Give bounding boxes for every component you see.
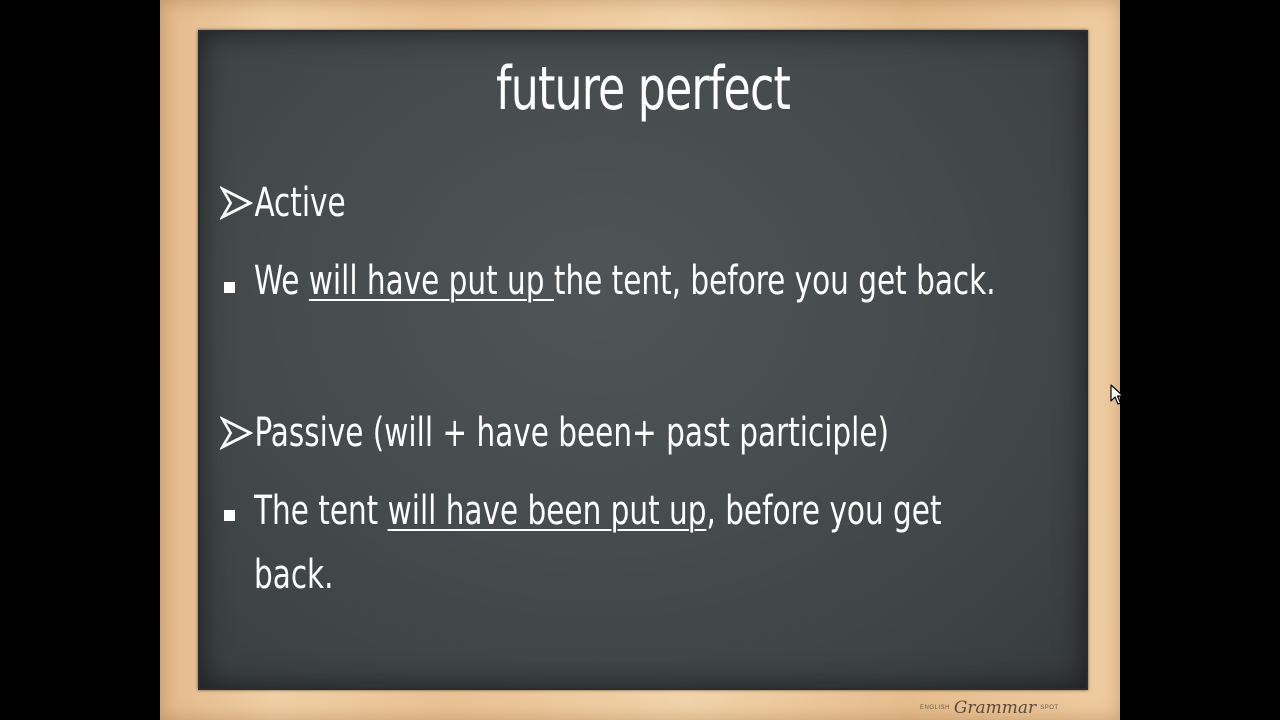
passive-example-continuation: back. (254, 552, 334, 598)
logo-left-text: ENGLISH (920, 705, 950, 711)
video-stage: future perfect Active We will have put u… (0, 0, 1280, 720)
slide-title: future perfect (496, 54, 791, 124)
arrow-bullet-icon (220, 186, 253, 220)
passive-heading-label: Passive (will + have been+ past particip… (254, 410, 890, 456)
square-bullet-icon (224, 282, 235, 293)
logo-right-text: SPOT (1040, 705, 1059, 711)
passive-example-verb: will have been put up (387, 488, 707, 534)
active-example-verb: will have put up (308, 258, 554, 304)
active-heading: Active (220, 180, 346, 226)
arrow-bullet-icon (220, 416, 253, 450)
grammar-spot-logo: ENGLISH Grammar SPOT (920, 698, 1059, 718)
passive-example-suffix: , before you get (706, 488, 942, 534)
presentation-slide: future perfect Active We will have put u… (160, 0, 1120, 720)
active-example-prefix: We (254, 258, 309, 304)
mouse-cursor-icon (1110, 384, 1124, 405)
passive-example: The tent will have been put up, before y… (254, 488, 942, 534)
passive-heading: Passive (will + have been+ past particip… (220, 410, 889, 456)
active-example-suffix: the tent, before you get back. (553, 258, 996, 304)
passive-example-prefix: The tent (254, 488, 388, 534)
active-example: We will have put up the tent, before you… (254, 258, 996, 304)
chalkboard: future perfect Active We will have put u… (198, 30, 1088, 690)
square-bullet-icon (224, 510, 235, 521)
active-heading-label: Active (254, 180, 346, 226)
logo-brand-text: Grammar (953, 698, 1037, 718)
